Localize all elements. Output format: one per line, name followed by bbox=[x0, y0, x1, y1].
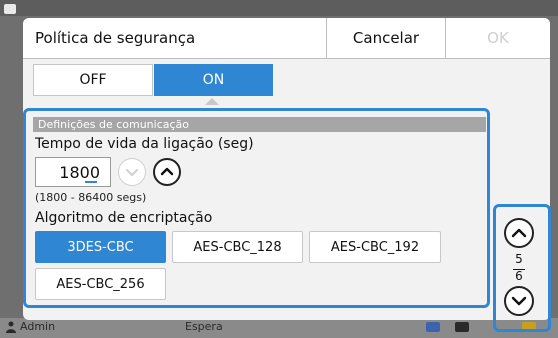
status-user-text: Admin bbox=[20, 320, 56, 333]
lifetime-input[interactable]: 1800 bbox=[35, 157, 111, 187]
page-current: 5 bbox=[515, 252, 523, 266]
chevron-up-icon bbox=[160, 167, 174, 176]
cancel-button[interactable]: Cancelar bbox=[327, 18, 445, 58]
text-cursor bbox=[85, 181, 97, 183]
divider bbox=[23, 58, 550, 59]
decrement-button[interactable] bbox=[118, 158, 146, 186]
toggle-on-button[interactable]: ON bbox=[154, 64, 273, 96]
page-down-button[interactable] bbox=[503, 285, 535, 317]
dialog-title: Política de segurança bbox=[35, 29, 196, 47]
algorithm-option-aes-cbc-192[interactable]: AES-CBC_192 bbox=[309, 231, 441, 263]
status-indicator-icon bbox=[426, 322, 440, 332]
algorithm-label: Algoritmo de encriptação bbox=[35, 210, 213, 226]
ok-button[interactable]: OK bbox=[446, 18, 550, 58]
algorithm-option-3des-cbc[interactable]: 3DES-CBC bbox=[35, 231, 166, 263]
dialog-header: Política de segurança Cancelar OK bbox=[23, 18, 550, 58]
background-home-icon bbox=[4, 4, 16, 14]
increment-button[interactable] bbox=[153, 158, 181, 186]
toggle-off-button[interactable]: OFF bbox=[33, 64, 153, 96]
algorithm-option-aes-cbc-256[interactable]: AES-CBC_256 bbox=[35, 268, 166, 300]
page-total: 6 bbox=[515, 269, 523, 283]
selection-pointer-icon bbox=[205, 98, 219, 105]
chevron-down-icon bbox=[126, 169, 138, 176]
lifetime-value: 1800 bbox=[59, 163, 100, 182]
background-status-bar: Admin Espera bbox=[0, 318, 558, 338]
lifetime-range-hint: (1800 - 86400 segs) bbox=[35, 191, 147, 204]
page-up-button[interactable] bbox=[503, 217, 535, 249]
algorithm-option-aes-cbc-128[interactable]: AES-CBC_128 bbox=[172, 231, 303, 263]
background-toolbar bbox=[0, 0, 558, 16]
section-header-label: Definições de comunicação bbox=[38, 118, 190, 131]
lifetime-label: Tempo de vida da ligação (seg) bbox=[35, 136, 254, 152]
user-icon bbox=[6, 321, 16, 333]
security-policy-dialog: Política de segurança Cancelar OK OFF ON… bbox=[23, 18, 551, 332]
section-header: Definições de comunicação bbox=[33, 117, 486, 132]
status-state-text: Espera bbox=[185, 320, 223, 333]
status-indicator-icon bbox=[455, 322, 469, 332]
